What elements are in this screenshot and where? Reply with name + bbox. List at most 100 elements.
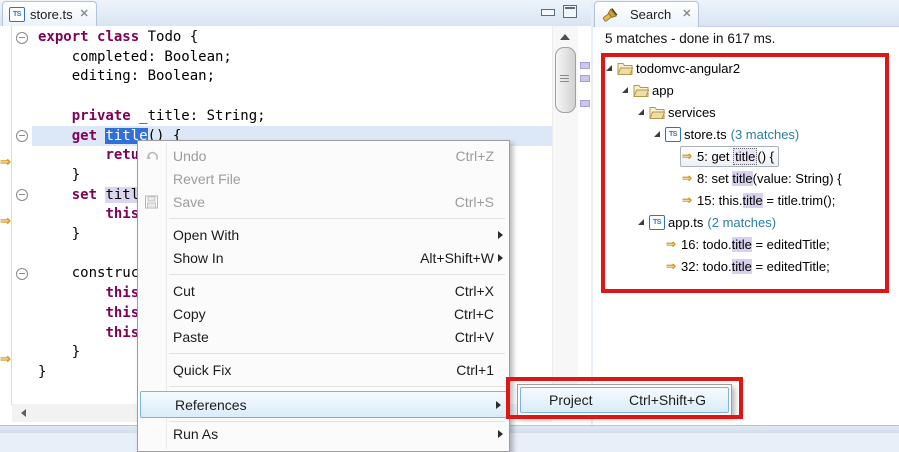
overview-ruler[interactable] — [578, 26, 591, 400]
menu-item-open-with[interactable]: Open With — [139, 223, 508, 246]
tree-expander-icon[interactable] — [604, 62, 616, 74]
search-flashlight-icon — [602, 7, 618, 23]
submenu-arrow-icon — [498, 254, 503, 262]
menu-separator — [169, 274, 505, 275]
code-line: private _title: String; — [38, 106, 552, 126]
typescript-file-icon: TS — [665, 127, 681, 142]
fold-collapse-icon[interactable] — [16, 189, 28, 201]
submenu-item-label: Project — [549, 392, 593, 408]
submenu-arrow-icon — [498, 231, 503, 239]
close-icon[interactable]: ✕ — [80, 9, 89, 20]
app-window: { "colors": { "annotation_red": "#e01515… — [0, 0, 899, 432]
tree-item-todomvc-angular2[interactable]: todomvc-angular2 — [604, 57, 894, 79]
menu-item-save[interactable]: Save Ctrl+S — [139, 190, 508, 213]
fold-collapse-icon[interactable] — [16, 32, 28, 44]
references-submenu: Project Ctrl+Shift+G — [517, 384, 732, 416]
menu-separator — [169, 386, 505, 387]
code-line — [38, 86, 552, 106]
search-tabbar: Search ✕ — [593, 0, 899, 27]
menu-separator — [169, 353, 505, 354]
occurrence-mark[interactable] — [580, 62, 590, 69]
menu-item-copy[interactable]: CopyCtrl+C — [139, 302, 508, 325]
match-count-decoration: (2 matches) — [707, 215, 776, 230]
search-match-row[interactable]: ⇒5: get title() { — [604, 145, 894, 167]
typescript-file-icon: TS — [9, 7, 25, 22]
menu-item-cut[interactable]: CutCtrl+X — [139, 279, 508, 302]
close-icon[interactable]: ✕ — [682, 9, 691, 20]
annotation-ruler: ⇒⇒⇒ — [0, 26, 12, 405]
submenu-shortcut: Ctrl+Shift+G — [629, 392, 706, 408]
search-match-row[interactable]: ⇒8: set title(value: String) { — [604, 167, 894, 189]
typescript-file-icon: TS — [649, 215, 665, 230]
menu-item-undo[interactable]: UndoCtrl+Z — [139, 144, 508, 167]
menu-item-label: Run As — [173, 426, 218, 442]
search-results-tree: todomvc-angular2appservicesTSstore.ts(3 … — [604, 57, 894, 289]
match-arrow-icon: ⇒ — [682, 149, 697, 163]
menu-shortcut: Ctrl+S — [455, 194, 494, 210]
tree-expander-icon[interactable] — [652, 128, 664, 140]
menu-item-paste[interactable]: Paste Ctrl+V — [139, 325, 508, 348]
vertical-scrollbar[interactable] — [552, 26, 578, 400]
code-line: export class Todo { — [38, 27, 552, 47]
menu-item-label: Revert File — [173, 171, 241, 187]
tree-item-label: services — [668, 105, 716, 120]
tab-search[interactable]: Search ✕ — [594, 1, 699, 27]
menu-item-show-in[interactable]: Show InAlt+Shift+W — [139, 246, 508, 269]
tree-item-app[interactable]: app — [604, 79, 894, 101]
fold-collapse-icon[interactable] — [16, 268, 28, 280]
editor-context-menu: UndoCtrl+Z Revert File Save Ctrl+S Open With… — [137, 140, 510, 452]
search-match-row[interactable]: ⇒15: this.title = title.trim(); — [604, 189, 894, 211]
code-line: editing: Boolean; — [38, 66, 552, 86]
folder-icon — [633, 84, 649, 97]
tree-item-services[interactable]: services — [604, 101, 894, 123]
folder-icon — [649, 106, 665, 119]
maximize-icon[interactable] — [563, 5, 577, 18]
search-match-arrow-icon: ⇒ — [0, 352, 12, 366]
tree-item-app-ts[interactable]: TSapp.ts(2 matches) — [604, 211, 894, 233]
code-line: completed: Boolean; — [38, 47, 552, 67]
menu-shortcut: Ctrl+X — [455, 283, 494, 299]
tab-store-ts[interactable]: TS store.ts ✕ — [2, 1, 97, 27]
search-match-arrow-icon: ⇒ — [0, 214, 12, 228]
submenu-arrow-icon — [496, 401, 501, 409]
vertical-scrollbar-thumb[interactable] — [555, 47, 576, 113]
menu-item-label: References — [175, 397, 247, 413]
match-count-decoration: (3 matches) — [731, 127, 800, 142]
menu-shortcut: Ctrl+C — [454, 306, 494, 322]
search-status: 5 matches - done in 617 ms. — [605, 31, 775, 46]
menu-item-label: Save — [173, 194, 205, 210]
search-match-row[interactable]: ⇒16: todo.title = editedTitle; — [604, 233, 894, 255]
fold-collapse-icon[interactable] — [16, 130, 28, 142]
submenu-arrow-icon — [498, 430, 503, 438]
menu-shortcut: Ctrl+V — [455, 329, 494, 345]
submenu-item-project[interactable]: Project Ctrl+Shift+G — [520, 387, 729, 413]
scroll-left-icon[interactable] — [21, 409, 26, 417]
minimize-icon[interactable] — [541, 9, 555, 16]
tree-item-store-ts[interactable]: TSstore.ts (3 matches) — [604, 123, 894, 145]
match-arrow-icon: ⇒ — [666, 237, 681, 251]
search-panel: Search ✕ 5 matches - done in 617 ms. tod… — [593, 0, 899, 432]
menu-item-label: Paste — [173, 329, 209, 345]
tree-expander-icon[interactable] — [636, 216, 648, 228]
menu-item-label: Quick Fix — [173, 362, 231, 378]
match-arrow-icon: ⇒ — [682, 193, 697, 207]
menu-item-run-as[interactable]: Run As — [139, 422, 508, 445]
menu-item-quick-fix[interactable]: Quick Fix Ctrl+1 — [139, 358, 508, 381]
match-arrow-icon: ⇒ — [682, 171, 697, 185]
menu-item-label: Show In — [173, 250, 224, 266]
tree-expander-icon[interactable] — [636, 106, 648, 118]
tree-item-label: store.ts — [684, 127, 727, 142]
folding-ruler[interactable] — [12, 26, 32, 405]
occurrence-mark[interactable] — [580, 100, 590, 107]
occurrence-mark[interactable] — [580, 75, 590, 82]
tree-expander-icon[interactable] — [620, 84, 632, 96]
search-match-row[interactable]: ⇒32: todo.title = editedTitle; — [604, 255, 894, 277]
menu-item-references[interactable]: References — [140, 391, 507, 418]
search-tab-title: Search — [630, 7, 671, 22]
menu-item-revert-file[interactable]: Revert File — [139, 167, 508, 190]
menu-item-label: Open With — [173, 227, 239, 243]
menu-shortcut: Ctrl+Z — [456, 148, 495, 164]
editor-tab-title: store.ts — [30, 7, 73, 22]
scroll-up-icon[interactable] — [560, 34, 570, 40]
menu-shortcut: Ctrl+1 — [456, 362, 494, 378]
